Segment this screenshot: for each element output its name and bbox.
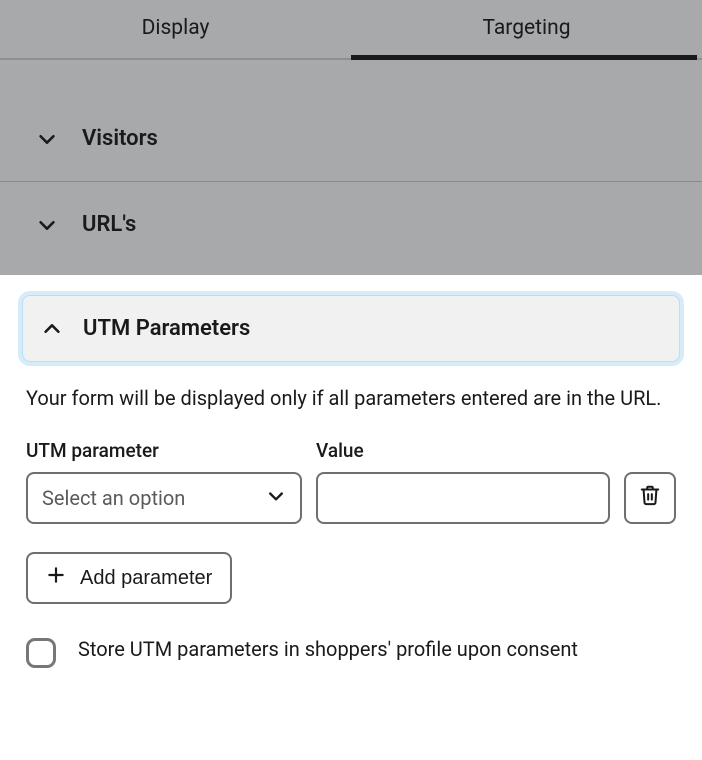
tab-targeting[interactable]: Targeting xyxy=(351,0,702,58)
utm-param-select-placeholder: Select an option xyxy=(42,486,185,510)
chevron-down-icon xyxy=(266,486,286,511)
utm-param-row: UTM parameter Select an option Value xyxy=(26,439,676,524)
utm-description: Your form will be displayed only if all … xyxy=(26,384,676,413)
tab-targeting-label: Targeting xyxy=(482,16,570,40)
utm-value-label: Value xyxy=(316,439,610,462)
section-visitors: Visitors xyxy=(0,96,702,182)
add-parameter-label: Add parameter xyxy=(80,567,212,590)
utm-param-label: UTM parameter xyxy=(26,439,302,462)
delete-param-button[interactable] xyxy=(624,472,676,524)
chevron-down-icon xyxy=(36,128,58,150)
section-utm-label: UTM Parameters xyxy=(83,316,250,341)
section-urls-label: URL's xyxy=(82,212,136,237)
inactive-backdrop: Display Targeting Visitors URL's xyxy=(0,0,702,275)
section-visitors-header[interactable]: Visitors xyxy=(0,96,702,181)
add-parameter-button[interactable]: Add parameter xyxy=(26,552,232,604)
section-utm: UTM Parameters Your form will be display… xyxy=(0,275,702,668)
chevron-down-icon xyxy=(36,214,58,236)
utm-param-field: UTM parameter Select an option xyxy=(26,439,302,524)
utm-value-field: Value xyxy=(316,439,610,524)
utm-param-select[interactable]: Select an option xyxy=(26,472,302,524)
section-utm-header[interactable]: UTM Parameters xyxy=(22,295,680,362)
tabs: Display Targeting xyxy=(0,0,702,60)
store-utm-label: Store UTM parameters in shoppers' profil… xyxy=(78,634,578,664)
section-visitors-label: Visitors xyxy=(82,126,158,151)
store-utm-row: Store UTM parameters in shoppers' profil… xyxy=(26,634,676,668)
section-urls-header[interactable]: URL's xyxy=(0,182,702,267)
tab-display[interactable]: Display xyxy=(0,0,351,58)
store-utm-checkbox[interactable] xyxy=(26,638,56,668)
utm-value-input[interactable] xyxy=(316,472,610,524)
section-urls: URL's xyxy=(0,182,702,267)
tab-active-indicator xyxy=(351,55,697,60)
tab-display-label: Display xyxy=(142,16,210,40)
section-utm-body: Your form will be displayed only if all … xyxy=(22,362,680,668)
chevron-up-icon xyxy=(41,318,63,340)
trash-icon xyxy=(639,484,661,512)
plus-icon xyxy=(46,565,66,591)
